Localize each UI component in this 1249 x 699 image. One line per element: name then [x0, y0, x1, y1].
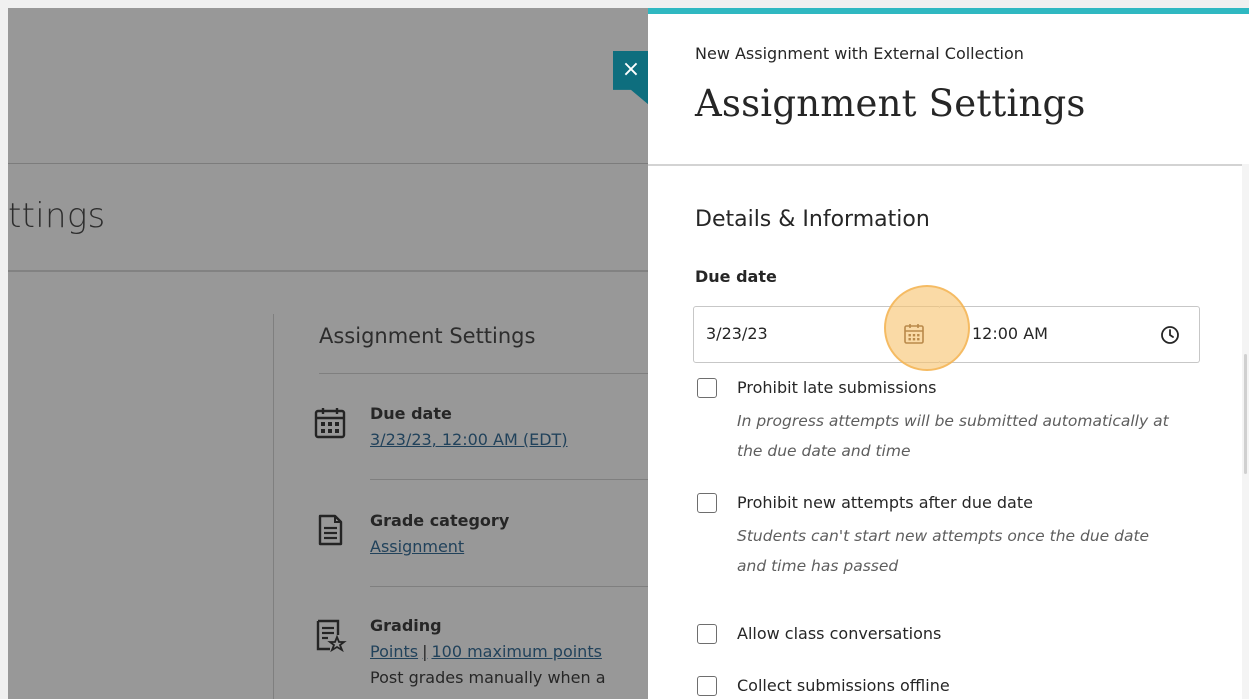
due-date-label: Due date [695, 267, 777, 286]
settings-panel: New Assignment with External Collection … [648, 8, 1249, 699]
panel-subtitle: New Assignment with External Collection [695, 44, 1024, 63]
option-label: Collect submissions offline [737, 676, 950, 695]
panel-title: Assignment Settings [695, 82, 1086, 125]
click-highlight [884, 285, 970, 371]
option-label: Prohibit late submissions [737, 378, 937, 397]
modal-overlay[interactable] [8, 8, 648, 699]
details-heading: Details & Information [695, 207, 930, 232]
due-date-value: 3/23/23 [706, 324, 768, 343]
checkbox[interactable] [697, 378, 717, 398]
checkbox[interactable] [697, 676, 717, 696]
due-time-input[interactable]: 12:00 AM [940, 306, 1200, 363]
clock-icon[interactable] [1160, 325, 1180, 345]
screen: ttings Assignment Settings Due date 3/23… [8, 8, 1249, 699]
calendar-icon[interactable] [902, 322, 926, 346]
divider [648, 164, 1249, 166]
checkbox[interactable] [697, 624, 717, 644]
option-label: Prohibit new attempts after due date [737, 493, 1033, 512]
option-help: In progress attempts will be submitted a… [737, 412, 1169, 460]
option-help: Students can't start new attempts once t… [737, 527, 1150, 575]
scrollbar-thumb[interactable] [1244, 354, 1247, 474]
option-label: Allow class conversations [737, 624, 942, 643]
checkbox[interactable] [697, 493, 717, 513]
close-icon: × [621, 57, 641, 82]
due-time-value: 12:00 AM [972, 324, 1048, 343]
